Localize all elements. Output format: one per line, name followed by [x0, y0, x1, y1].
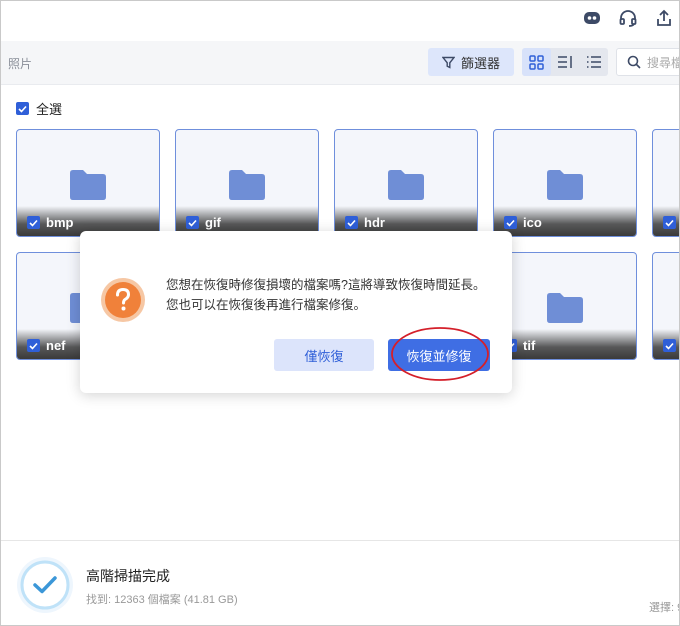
- headset-support-icon[interactable]: [617, 7, 639, 29]
- checkbox-checked-icon[interactable]: [663, 339, 676, 352]
- tile-label: gif: [186, 215, 221, 230]
- top-icons: [581, 7, 675, 29]
- robot-assistant-icon[interactable]: [581, 7, 603, 29]
- scan-result-summary: 找到: 12363 個檔案 (41.81 GB): [86, 594, 238, 606]
- filter-label: 篩選器: [460, 55, 500, 71]
- checkbox-checked-icon[interactable]: [27, 339, 40, 352]
- folder-icon: [547, 170, 583, 205]
- select-all-checkbox[interactable]: 全選: [16, 99, 62, 118]
- grid-icon: [529, 54, 544, 70]
- folder-tile[interactable]: bmp: [16, 129, 160, 237]
- tile-label: ico: [504, 215, 542, 230]
- folder-name: gif: [205, 215, 221, 230]
- recover-and-repair-button[interactable]: 恢復並修復: [388, 339, 490, 371]
- search-input[interactable]: 搜尋檔: [616, 48, 680, 76]
- dialog-message: 您想在恢復時修復損壞的檔案嗎?這將導致恢復時間延長。您也可以在恢復後再進行檔案修…: [166, 278, 486, 312]
- top-bar: [1, 1, 679, 41]
- app-window: 照片 篩選器 搜尋檔 全選 bmp gif hdr ico nef tif 您想…: [0, 0, 680, 626]
- tile-label: v: [663, 338, 679, 353]
- tile-label: hdr: [345, 215, 385, 230]
- checkbox-checked-icon[interactable]: [345, 216, 358, 229]
- folder-name: ico: [523, 215, 542, 230]
- repair-prompt-dialog: 您想在恢復時修復損壞的檔案嗎?這將導致恢復時間延長。您也可以在恢復後再進行檔案修…: [80, 231, 512, 393]
- view-mode-group: [522, 48, 608, 76]
- checkbox-checked-icon[interactable]: [663, 216, 676, 229]
- breadcrumb: 照片: [8, 57, 33, 71]
- share-export-icon[interactable]: [653, 7, 675, 29]
- tile-label: nef: [27, 338, 66, 353]
- folder-icon: [388, 170, 424, 205]
- select-all-label: 全選: [36, 102, 63, 117]
- search-icon: [627, 55, 641, 69]
- detail-view-button[interactable]: [551, 48, 580, 76]
- grid-view-button[interactable]: [522, 48, 551, 76]
- folder-icon: [70, 170, 106, 205]
- folder-tile[interactable]: tif: [493, 252, 637, 360]
- toolbar: 照片 篩選器 搜尋檔: [1, 41, 680, 85]
- folder-tile[interactable]: v: [652, 252, 679, 360]
- recover-only-button[interactable]: 僅恢復: [274, 339, 374, 371]
- list-icon: [586, 56, 601, 68]
- search-placeholder: 搜尋檔: [647, 55, 680, 70]
- checkbox-checked-icon[interactable]: [504, 216, 517, 229]
- question-mark-icon: [100, 277, 146, 328]
- folder-name: tif: [523, 338, 536, 353]
- folder-tile[interactable]: hdr: [334, 129, 478, 237]
- scan-status-title: 高階掃描完成: [86, 568, 170, 584]
- folder-icon: [229, 170, 265, 205]
- folder-name: hdr: [364, 215, 385, 230]
- funnel-icon: [441, 56, 455, 69]
- folder-tile[interactable]: j: [652, 129, 679, 237]
- scan-status-bar: 高階掃描完成 找到: 12363 個檔案 (41.81 GB) 選擇: 9: [1, 540, 680, 625]
- tile-label: bmp: [27, 215, 73, 230]
- folder-name: bmp: [46, 215, 74, 230]
- folder-tile[interactable]: gif: [175, 129, 319, 237]
- folder-tile[interactable]: ico: [493, 129, 637, 237]
- folder-icon: [547, 293, 583, 328]
- selected-count: 選擇: 9: [649, 602, 680, 614]
- checkbox-checked-icon[interactable]: [186, 216, 199, 229]
- scan-complete-icon: [16, 556, 74, 619]
- filter-button[interactable]: 篩選器: [428, 48, 514, 76]
- list-view-button[interactable]: [579, 48, 608, 76]
- checkbox-checked-icon: [16, 102, 29, 115]
- folder-name: nef: [46, 338, 66, 353]
- detail-list-icon: [558, 56, 572, 68]
- tile-label: j: [663, 215, 679, 230]
- checkbox-checked-icon[interactable]: [27, 216, 40, 229]
